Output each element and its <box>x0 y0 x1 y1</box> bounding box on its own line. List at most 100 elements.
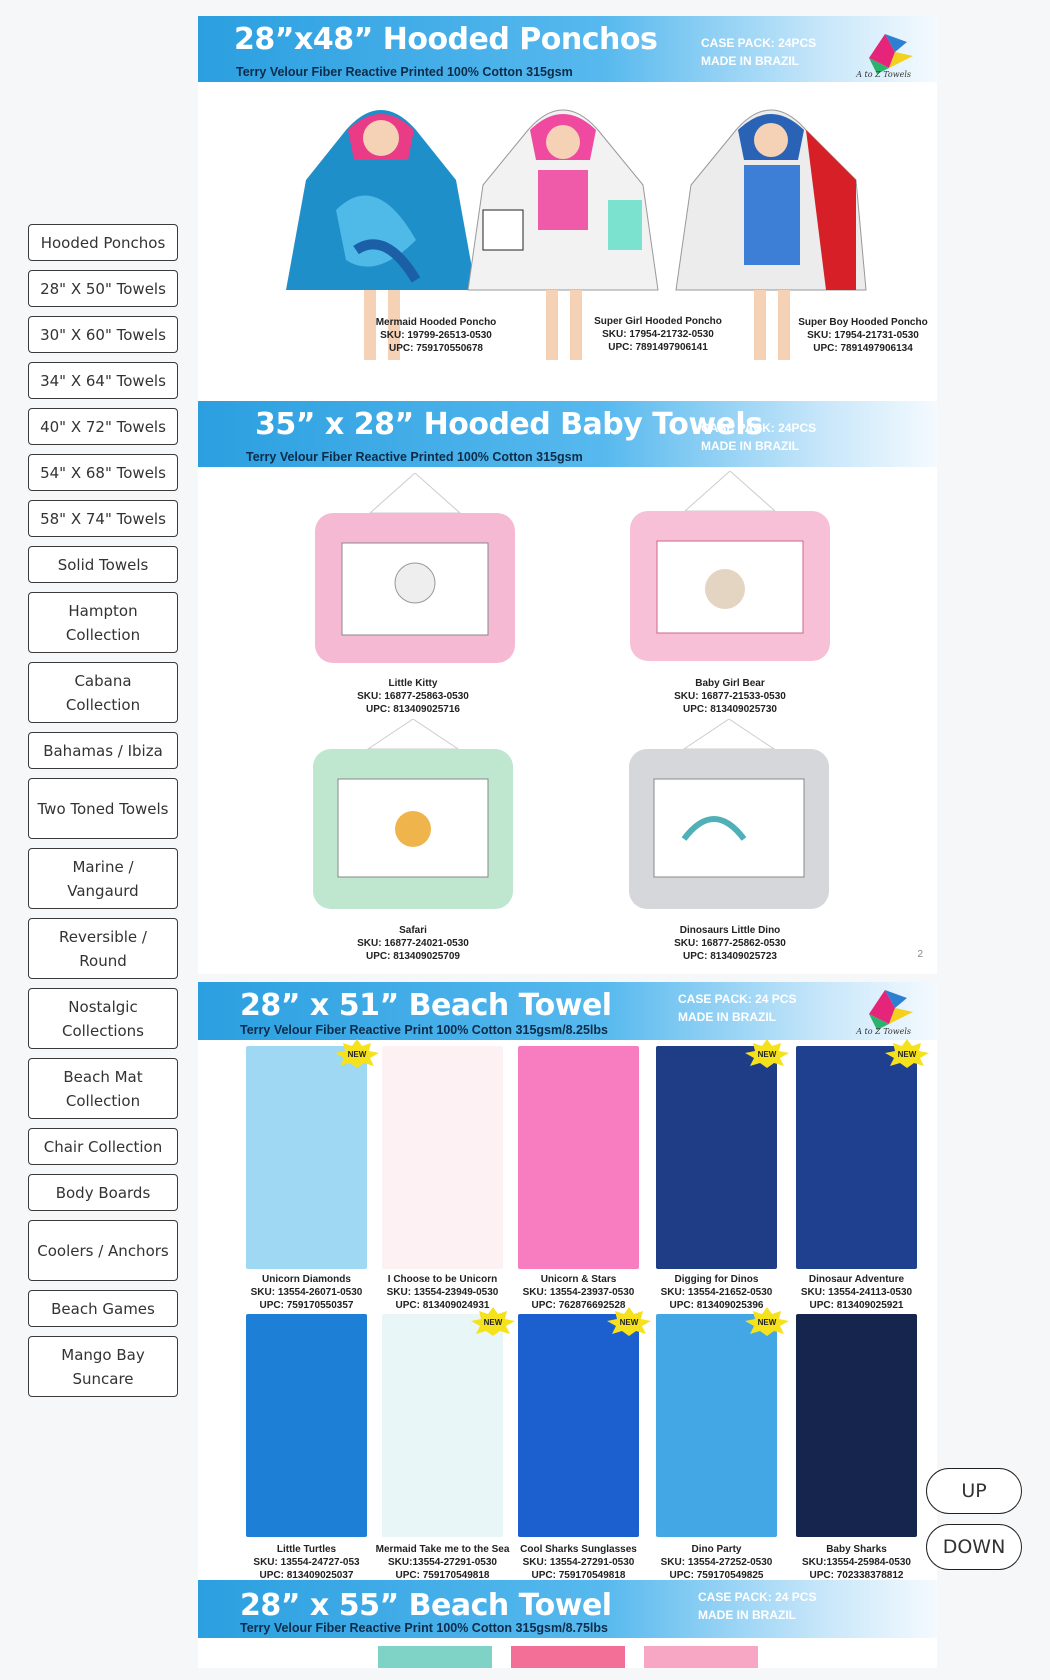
nav-bahamas-ibiza[interactable]: Bahamas / Ibiza <box>28 732 178 769</box>
nav-hooded-ponchos[interactable]: Hooded Ponchos <box>28 224 178 261</box>
nav-marine-vangaurd[interactable]: Marine / Vangaurd <box>28 848 178 909</box>
nav-hampton-collection[interactable]: Hampton Collection <box>28 592 178 653</box>
ponchos-title: 28”x48” Hooded Ponchos <box>234 22 658 57</box>
towel-image <box>796 1314 917 1537</box>
made-in-text: MADE IN BRAZIL <box>698 1608 796 1622</box>
nav-28x50-towels[interactable]: 28" X 50" Towels <box>28 270 178 307</box>
beach55-title: 28” x 55” Beach Towel <box>240 1588 612 1623</box>
product-sku: SKU: 16877-24021-0530 <box>357 938 469 949</box>
catalog-viewer: 28”x48” Hooded Ponchos Terry Velour Fibe… <box>198 16 937 1668</box>
towel-image <box>382 1314 503 1537</box>
section-beach-towel-28x51: 28” x 51” Beach Towel Terry Velour Fiber… <box>198 982 937 1582</box>
product-sku: SKU: 16877-21533-0530 <box>674 691 786 702</box>
ponchos-page: Mermaid Hooded Poncho SKU: 19799-26513-0… <box>198 82 937 401</box>
case-pack-text: CASE PACK: 24PCS <box>701 421 817 435</box>
product-image <box>644 1646 758 1668</box>
towel-image <box>246 1046 367 1269</box>
new-badge-icon: NEW <box>471 1307 515 1336</box>
product-caption: Mermaid Hooded Poncho SKU: 19799-26513-0… <box>366 316 506 355</box>
towel-image <box>382 1046 503 1269</box>
product-upc: UPC: 7891497906134 <box>813 343 913 354</box>
new-badge-label: NEW <box>758 1050 777 1059</box>
made-in-text: MADE IN BRAZIL <box>678 1010 776 1024</box>
product-caption: Baby Sharks SKU:13554-25984-0530 UPC: 7023… <box>776 1543 937 1582</box>
new-badge-label: NEW <box>620 1318 639 1327</box>
nav-30x60-towels[interactable]: 30" X 60" Towels <box>28 316 178 353</box>
case-pack-text: CASE PACK: 24 PCS <box>698 1590 817 1604</box>
product-caption: Super Boy Hooded Poncho SKU: 17954-21731… <box>793 316 933 355</box>
nav-beach-mat-collection[interactable]: Beach Mat Collection <box>28 1058 178 1119</box>
product-upc: UPC: 813409025921 <box>809 1300 904 1311</box>
new-badge-label: NEW <box>484 1318 503 1327</box>
product-sku: SKU: 16877-25862-0530 <box>674 938 786 949</box>
product-name: Dinosaurs Little Dino <box>679 925 781 936</box>
nav-coolers-anchors[interactable]: Coolers / Anchors <box>28 1220 178 1281</box>
product-sku: SKU: 13554-27291-0530 <box>522 1557 635 1568</box>
product-name: Little Kitty <box>388 678 438 689</box>
scroll-down-button[interactable]: DOWN <box>926 1524 1022 1570</box>
beach51-title: 28” x 51” Beach Towel <box>240 988 612 1023</box>
product-upc: UPC: 813409025709 <box>366 951 460 962</box>
made-in-text: MADE IN BRAZIL <box>701 439 799 453</box>
product-sku: SKU:13554-25984-0530 <box>802 1557 911 1568</box>
baby-towels-banner: 35” x 28” Hooded Baby Towels Terry Velou… <box>198 401 937 467</box>
baby-towels-title: 35” x 28” Hooded Baby Towels <box>255 407 763 442</box>
ponchos-subtitle: Terry Velour Fiber Reactive Printed 100%… <box>236 65 573 79</box>
product-caption: Little Kitty SKU: 16877-25863-0530 UPC: … <box>343 677 483 716</box>
product-name: Unicorn & Stars <box>540 1274 617 1285</box>
product-caption: Super Girl Hooded Poncho SKU: 17954-2173… <box>583 315 733 354</box>
product-upc: UPC: 813409025723 <box>683 951 777 962</box>
section-beach-towel-28x55: 28” x 55” Beach Towel Terry Velour Fiber… <box>198 1580 937 1668</box>
nav-cabana-collection[interactable]: Cabana Collection <box>28 662 178 723</box>
logo-caption: A to Z Towels <box>856 70 911 79</box>
nav-reversible-round[interactable]: Reversible / Round <box>28 918 178 979</box>
nav-54x68-towels[interactable]: 54" X 68" Towels <box>28 454 178 491</box>
scroll-up-button[interactable]: UP <box>926 1468 1022 1514</box>
product-name: Baby Sharks <box>826 1544 887 1555</box>
product-sku: SKU: 13554-27252-0530 <box>660 1557 773 1568</box>
nav-40x72-towels[interactable]: 40" X 72" Towels <box>28 408 178 445</box>
beach55-subtitle: Terry Velour Fiber Reactive Print 100% C… <box>240 1621 608 1635</box>
new-badge-label: NEW <box>898 1050 917 1059</box>
product-name: Safari <box>399 925 427 936</box>
nav-body-boards[interactable]: Body Boards <box>28 1174 178 1211</box>
product-sku: SKU: 13554-24113-0530 <box>800 1287 913 1298</box>
new-badge-icon: NEW <box>745 1039 789 1068</box>
product-upc: UPC: 7891497906141 <box>608 342 708 353</box>
towel-image <box>656 1046 777 1269</box>
product-image <box>378 1646 492 1668</box>
product-caption: Cool Sharks Sunglasses SKU: 13554-27291-0… <box>498 1543 659 1582</box>
product-name: Cool Sharks Sunglasses <box>520 1544 637 1555</box>
product-caption: Safari SKU: 16877-24021-0530 UPC: 813409… <box>343 924 483 963</box>
beach55-banner: 28” x 55” Beach Towel Terry Velour Fiber… <box>198 1580 937 1638</box>
nav-beach-games[interactable]: Beach Games <box>28 1290 178 1327</box>
product-caption: Dinosaur Adventure SKU: 13554-24113-0530 U… <box>776 1273 937 1312</box>
product-caption: Dino Party SKU: 13554-27252-0530 UPC: 7591… <box>636 1543 797 1582</box>
category-sidebar: Hooded Ponchos 28" X 50" Towels 30" X 60… <box>28 224 178 1406</box>
nav-chair-collection[interactable]: Chair Collection <box>28 1128 178 1165</box>
product-image <box>511 1646 625 1668</box>
product-image <box>315 473 515 663</box>
nav-nostalgic-collections[interactable]: Nostalgic Collections <box>28 988 178 1049</box>
nav-58x74-towels[interactable]: 58" X 74" Towels <box>28 500 178 537</box>
product-name: Mermaid Hooded Poncho <box>375 317 497 328</box>
nav-two-toned-towels[interactable]: Two Toned Towels <box>28 778 178 839</box>
beach51-banner: 28” x 51” Beach Towel Terry Velour Fiber… <box>198 982 937 1040</box>
nav-mango-bay-suncare[interactable]: Mango Bay Suncare <box>28 1336 178 1397</box>
baby-towels-subtitle: Terry Velour Fiber Reactive Printed 100%… <box>246 450 583 464</box>
product-caption: Dinosaurs Little Dino SKU: 16877-25862-0… <box>660 924 800 963</box>
product-name: Dino Party <box>691 1544 742 1555</box>
nav-solid-towels[interactable]: Solid Towels <box>28 546 178 583</box>
product-name: Digging for Dinos <box>674 1274 759 1285</box>
towel-image <box>656 1314 777 1537</box>
beach51-page: NEW Unicorn Diamonds SKU: 13554-26071-0530… <box>198 1039 937 1582</box>
nav-34x64-towels[interactable]: 34" X 64" Towels <box>28 362 178 399</box>
ponchos-case-pack: CASE PACK: 24PCS MADE IN BRAZIL <box>701 34 816 70</box>
beach55-page <box>198 1638 937 1668</box>
new-badge-icon: NEW <box>745 1307 789 1336</box>
beach55-case-pack: CASE PACK: 24 PCS MADE IN BRAZIL <box>698 1588 816 1624</box>
new-badge-icon: NEW <box>335 1039 379 1068</box>
product-sku: SKU: 17954-21732-0530 <box>602 329 714 340</box>
product-upc: UPC: 813409025730 <box>683 704 777 715</box>
towel-image <box>518 1314 639 1537</box>
